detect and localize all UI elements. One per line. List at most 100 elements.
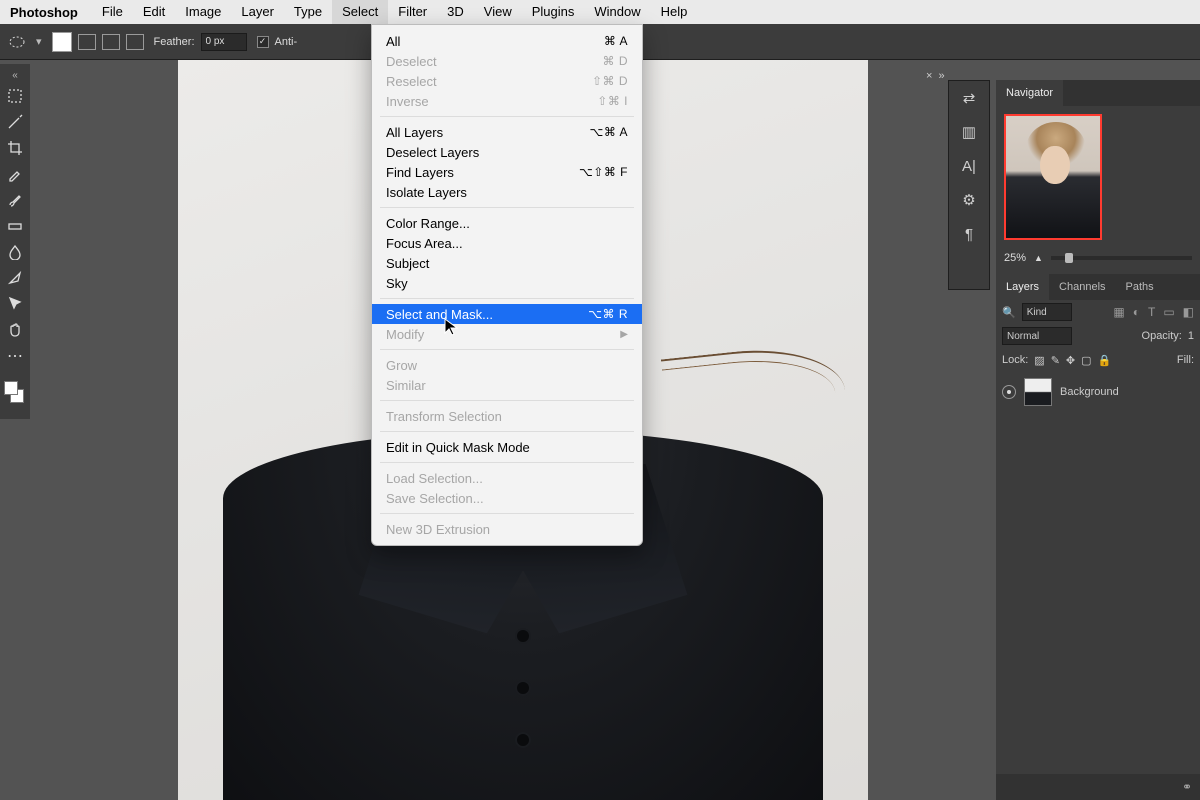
selection-mode-subtract-icon[interactable] [102,34,120,50]
collapsed-panel-icon-2[interactable]: A| [949,149,989,183]
brush-tool-icon[interactable] [0,187,30,213]
menu-separator [380,400,634,401]
filter-adjust-icon[interactable]: ◐ [1133,305,1140,319]
menu-edit[interactable]: Edit [133,0,175,24]
lock-brush-icon[interactable]: ✎ [1051,354,1060,367]
filter-smart-icon[interactable]: ◧ [1183,305,1194,319]
menu-separator [380,513,634,514]
selection-mode-add-icon[interactable] [78,34,96,50]
menu-item-grow: Grow [372,355,642,375]
filter-search-icon[interactable]: 🔍 [1002,306,1016,319]
feather-label: Feather: [154,36,195,48]
menu-select[interactable]: Select [332,0,388,24]
collapsed-panel-strip: ⇄▥A|⚙¶ [948,80,990,290]
panel-close-controls[interactable]: ×» [926,70,945,82]
collapsed-panel-icon-3[interactable]: ⚙ [949,183,989,217]
lock-artboard-icon[interactable]: ▢ [1081,354,1091,367]
menu-layer[interactable]: Layer [231,0,284,24]
lock-all-icon[interactable]: 🔒 [1098,354,1112,367]
menu-item-transform-selection: Transform Selection [372,406,642,426]
menu-window[interactable]: Window [584,0,650,24]
menu-plugins[interactable]: Plugins [522,0,585,24]
layer-thumbnail[interactable] [1024,378,1052,406]
tab-channels[interactable]: Channels [1049,274,1115,300]
link-layers-icon[interactable]: ⚭ [1182,780,1192,794]
visibility-toggle-icon[interactable] [1002,385,1016,399]
menu-filter[interactable]: Filter [388,0,437,24]
blend-mode-select[interactable] [1002,327,1072,345]
tool-preset[interactable]: ▾ [8,33,42,51]
layer-name[interactable]: Background [1060,386,1119,398]
layer-row-background[interactable]: Background [996,372,1200,412]
eyedropper-tool-icon[interactable] [0,161,30,187]
toolbox: « ⋯ [0,64,30,419]
opacity-value[interactable]: 1 [1188,330,1194,342]
tab-paths[interactable]: Paths [1116,274,1164,300]
menu-help[interactable]: Help [651,0,698,24]
menu-item-modify: Modify▶ [372,324,642,344]
layers-tabs: LayersChannelsPaths [996,274,1200,300]
navigator-thumbnail[interactable] [1004,114,1102,240]
menu-separator [380,349,634,350]
filter-type-icon[interactable]: T [1148,305,1155,319]
menu-item-similar: Similar [372,375,642,395]
menu-item-all[interactable]: All⌘ A [372,31,642,51]
tab-layers[interactable]: Layers [996,274,1049,300]
menu-item-deselect: Deselect⌘ D [372,51,642,71]
filter-pixel-icon[interactable]: ▦ [1113,305,1124,319]
pen-tool-icon[interactable] [0,265,30,291]
marquee-tool-icon[interactable] [0,83,30,109]
tab-navigator[interactable]: Navigator [996,80,1063,106]
hand-tool-icon[interactable] [0,317,30,343]
menu-view[interactable]: View [474,0,522,24]
menu-item-color-range[interactable]: Color Range... [372,213,642,233]
menu-item-inverse: Inverse⇧⌘ I [372,91,642,111]
collapsed-panel-icon-0[interactable]: ⇄ [949,81,989,115]
menu-item-isolate-layers[interactable]: Isolate Layers [372,182,642,202]
wand-tool-icon[interactable] [0,109,30,135]
filter-shape-icon[interactable]: ▭ [1163,305,1174,319]
menu-type[interactable]: Type [284,0,332,24]
fill-label: Fill: [1177,354,1194,366]
menu-item-deselect-layers[interactable]: Deselect Layers [372,142,642,162]
zoom-value[interactable]: 25% [1004,252,1026,264]
menu-file[interactable]: File [92,0,133,24]
zoom-out-icon[interactable]: ▲ [1034,253,1043,263]
mac-menu-bar: Photoshop FileEditImageLayerTypeSelectFi… [0,0,1200,24]
menu-separator [380,462,634,463]
menu-item-all-layers[interactable]: All Layers⌥⌘ A [372,122,642,142]
menu-item-new-3d-extrusion: New 3D Extrusion [372,519,642,539]
menu-item-save-selection: Save Selection... [372,488,642,508]
more-tools-icon[interactable]: ⋯ [0,343,30,369]
menu-separator [380,431,634,432]
collapsed-panel-icon-4[interactable]: ¶ [949,217,989,251]
select-menu-dropdown: All⌘ ADeselect⌘ DReselect⇧⌘ DInverse⇧⌘ I… [371,24,643,546]
crop-tool-icon[interactable] [0,135,30,161]
filter-kind-select[interactable] [1022,303,1072,321]
selection-mode-new-icon[interactable] [52,32,72,52]
foreground-background-swatch[interactable] [0,375,30,415]
menu-image[interactable]: Image [175,0,231,24]
selection-mode-intersect-icon[interactable] [126,34,144,50]
gradient-tool-icon[interactable] [0,213,30,239]
menu-item-focus-area[interactable]: Focus Area... [372,233,642,253]
menu-separator [380,116,634,117]
blur-tool-icon[interactable] [0,239,30,265]
feather-input[interactable] [201,33,247,51]
antialias-checkbox[interactable]: ✓ [257,36,269,48]
collapsed-panel-icon-1[interactable]: ▥ [949,115,989,149]
menu-3d[interactable]: 3D [437,0,474,24]
toolbox-collapse-icon[interactable]: « [0,68,30,83]
path-select-tool-icon[interactable] [0,291,30,317]
layers-footer: ⚭ [996,774,1200,800]
menu-item-edit-in-quick-mask-mode[interactable]: Edit in Quick Mask Mode [372,437,642,457]
right-panel-stack: Navigator 25% ▲ LayersChannelsPaths 🔍 ▦ … [996,80,1200,800]
menu-item-find-layers[interactable]: Find Layers⌥⇧⌘ F [372,162,642,182]
menu-item-select-and-mask[interactable]: Select and Mask...⌥⌘ R [372,304,642,324]
menu-item-subject[interactable]: Subject [372,253,642,273]
zoom-slider[interactable] [1051,256,1192,260]
menu-item-sky[interactable]: Sky [372,273,642,293]
app-name: Photoshop [10,5,78,20]
lock-pixels-icon[interactable]: ▨ [1034,354,1044,367]
lock-position-icon[interactable]: ✥ [1066,354,1075,367]
